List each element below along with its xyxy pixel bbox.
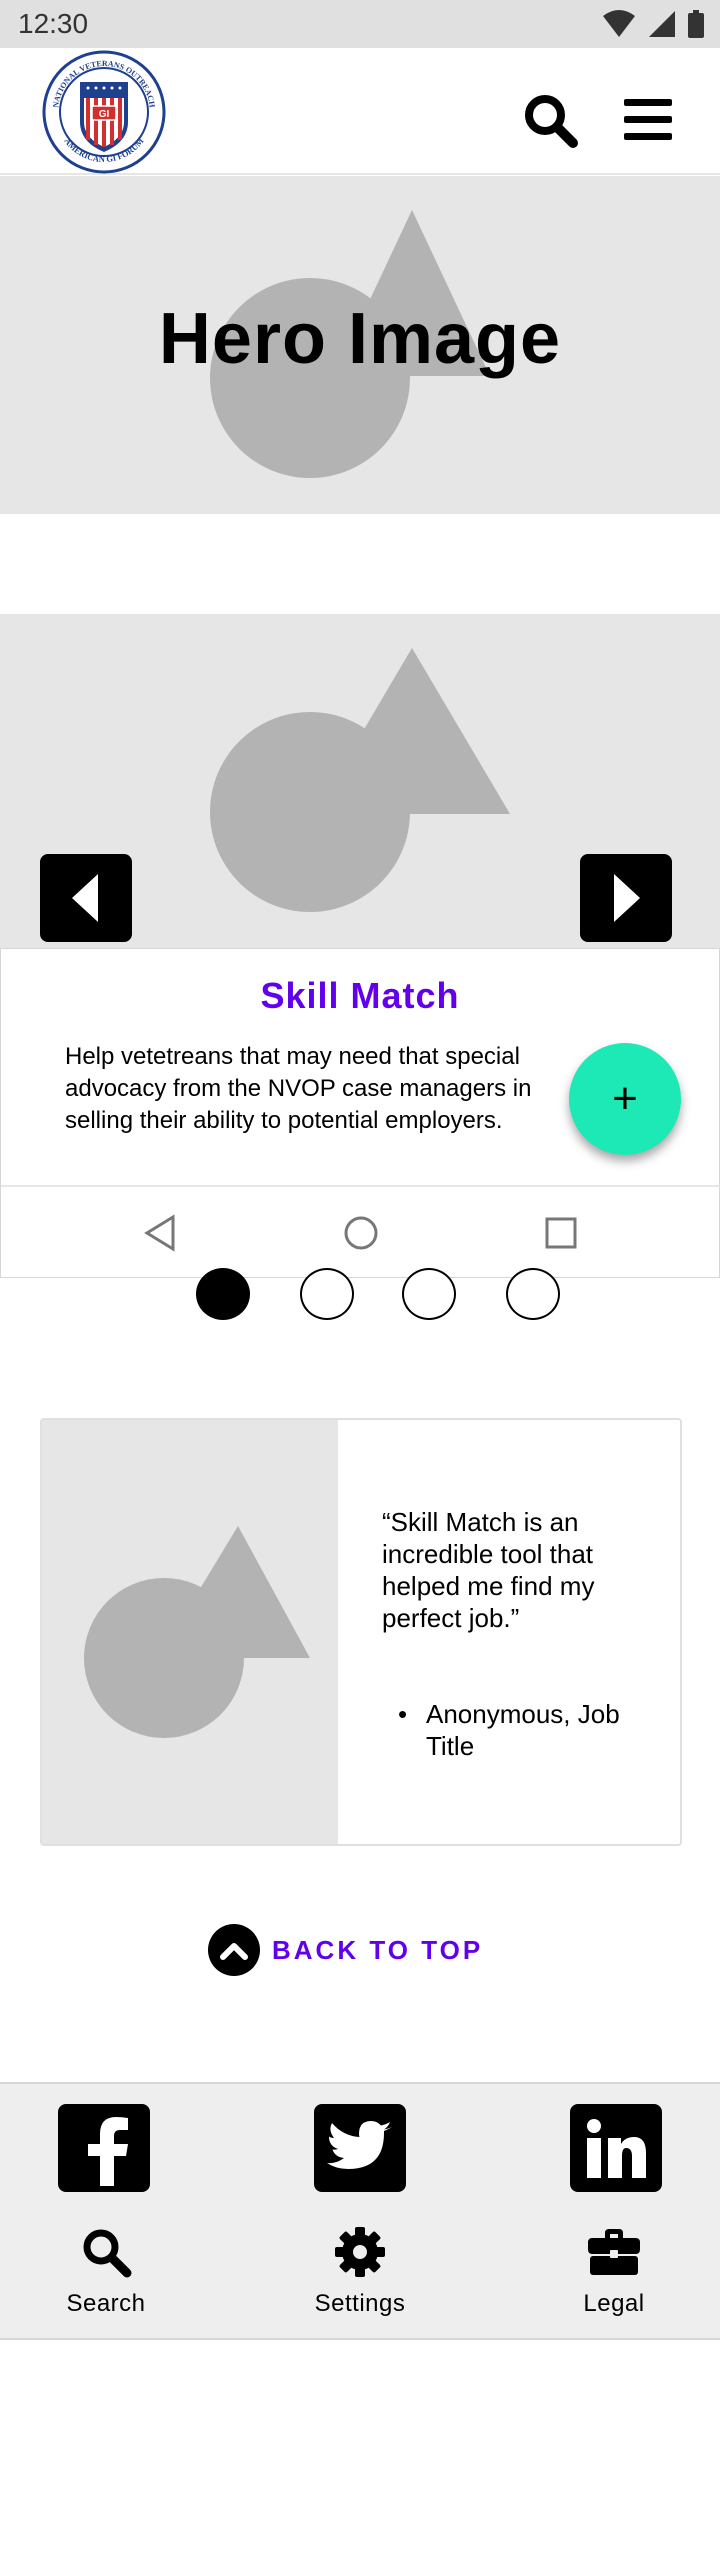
app-header: NATIONAL VETERANS OUTREACH AMERICAN GI F… <box>0 48 720 175</box>
battery-icon <box>688 10 704 38</box>
facebook-icon <box>88 2117 128 2186</box>
status-time: 12:30 <box>18 8 89 39</box>
carousel-next-button[interactable] <box>580 854 672 942</box>
recent-apps-nav-icon[interactable] <box>541 1213 581 1253</box>
testimonial-image <box>42 1420 338 1844</box>
twitter-icon <box>327 2121 392 2169</box>
chevron-left-icon <box>72 874 98 922</box>
menu-button[interactable] <box>620 96 676 144</box>
twitter-link[interactable] <box>314 2104 406 2192</box>
footer-search-label: Search <box>66 2290 146 2317</box>
add-button[interactable]: + <box>569 1043 681 1155</box>
plus-icon: + <box>612 1074 638 1123</box>
placeholder-shapes-icon <box>84 1526 310 1738</box>
hamburger-menu-icon <box>624 99 672 140</box>
carousel-prev-button[interactable] <box>40 854 132 942</box>
attribution-text: Anonymous, Job Title <box>426 1699 620 1761</box>
footer-settings-label: Settings <box>314 2290 406 2317</box>
testimonial-card: “Skill Match is an incredible tool that … <box>40 1418 682 1846</box>
footer: Search Settings Legal <box>0 2082 720 2340</box>
back-to-top-link[interactable]: BACK TO TOP <box>208 1924 483 1976</box>
search-button[interactable] <box>520 90 580 150</box>
home-nav-icon[interactable] <box>341 1213 381 1253</box>
briefcase-icon <box>588 2229 640 2275</box>
wifi-icon <box>603 10 635 37</box>
pagination-dot-1[interactable] <box>196 1268 250 1320</box>
status-icons <box>602 8 704 40</box>
card-title: Skill Match <box>260 975 460 1016</box>
chevron-right-icon <box>614 874 640 922</box>
carousel-pagination <box>0 1268 720 1320</box>
search-icon <box>83 2229 132 2278</box>
testimonial-attribution: • Anonymous, Job Title <box>398 1698 658 1762</box>
footer-search-button[interactable]: Search <box>36 2224 176 2324</box>
card-description: Help vetetreans that may need that speci… <box>65 1043 532 1134</box>
hero-title: Hero Image <box>158 299 562 379</box>
hero-image: Hero Image <box>0 176 720 514</box>
back-to-top-label: BACK TO TOP <box>272 1934 484 1965</box>
pagination-dot-3[interactable] <box>402 1268 456 1320</box>
signal-icon <box>649 11 675 37</box>
gear-icon <box>335 2227 385 2277</box>
system-navigation-bar <box>1 1187 720 1279</box>
footer-legal-button[interactable]: Legal <box>544 2224 684 2324</box>
pagination-dot-2[interactable] <box>300 1268 354 1320</box>
chevron-up-icon <box>208 1924 260 1976</box>
status-bar: 12:30 <box>0 0 720 48</box>
pagination-dot-4[interactable] <box>506 1268 560 1320</box>
facebook-link[interactable] <box>58 2104 150 2192</box>
footer-legal-label: Legal <box>583 2290 645 2317</box>
bullet: • <box>398 1699 408 1729</box>
carousel-image <box>0 614 720 948</box>
testimonial-quote: “Skill Match is an incredible tool that … <box>382 1507 595 1633</box>
logo-center-text: GI <box>99 109 110 120</box>
search-icon <box>525 95 578 148</box>
footer-settings-button[interactable]: Settings <box>290 2224 430 2324</box>
back-nav-icon[interactable] <box>141 1213 181 1253</box>
linkedin-icon <box>587 2119 646 2178</box>
organization-logo[interactable]: NATIONAL VETERANS OUTREACH AMERICAN GI F… <box>40 48 168 176</box>
linkedin-link[interactable] <box>570 2104 662 2192</box>
feature-card: Skill Match Help vetetreans that may nee… <box>0 948 720 1278</box>
